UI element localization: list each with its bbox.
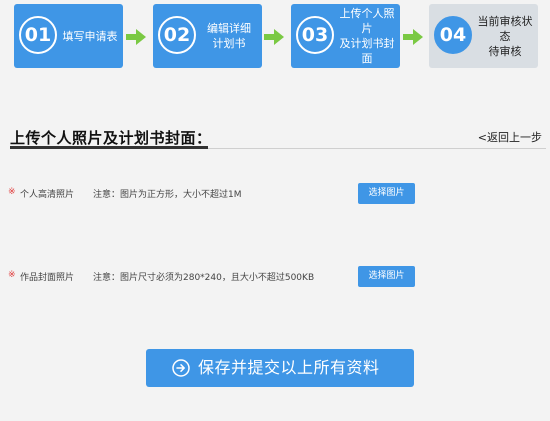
arrow-right-icon (126, 29, 146, 45)
step-label: 填写申请表 (62, 29, 118, 43)
arrow-right-icon (264, 29, 284, 45)
step-2: 02 编辑详细 计划书 (153, 4, 262, 68)
save-submit-button[interactable]: 保存并提交以上所有资料 (146, 349, 414, 387)
choose-image-button[interactable]: 选择图片 (358, 183, 415, 204)
step-number-circle: 01 (19, 16, 57, 54)
save-button-label: 保存并提交以上所有资料 (198, 358, 380, 377)
choose-image-button[interactable]: 选择图片 (358, 266, 415, 287)
step-progress-bar: 01 填写申请表 02 编辑详细 计划书 03 上传个人照片 及计划书封面 04 当… (14, 4, 540, 68)
step-4-current: 04 当前审核状态 待审核 (429, 4, 538, 68)
field-label: 个人高清照片 (20, 190, 75, 200)
required-mark: ※ (8, 270, 16, 280)
step-3: 03 上传个人照片 及计划书封面 (291, 4, 400, 68)
step-number-circle: 04 (434, 16, 472, 54)
title-underline (10, 146, 208, 149)
field-note: 注意：图片尺寸必须为280*240，且大小不超过500KB (93, 273, 315, 283)
arrow-right-icon (403, 29, 423, 45)
step-number-circle: 02 (158, 16, 196, 54)
arrow-circle-icon (172, 359, 190, 377)
step-number-circle: 03 (296, 16, 334, 54)
field-note: 注意：图片为正方形，大小不超过1M (93, 190, 242, 200)
step-label: 上传个人照片 及计划书封面 (339, 7, 395, 65)
step-label: 当前审核状态 待审核 (477, 14, 533, 58)
field-label: 作品封面照片 (20, 273, 75, 283)
step-1: 01 填写申请表 (14, 4, 123, 68)
field-cover-photo: ※ 作品封面照片 注意：图片尺寸必须为280*240，且大小不超过500KB 选… (0, 266, 550, 288)
field-personal-photo: ※ 个人高清照片 注意：图片为正方形，大小不超过1M 选择图片 (0, 183, 550, 205)
step-label: 编辑详细 计划书 (207, 22, 251, 50)
section-title: 上传个人照片及计划书封面： (10, 129, 212, 147)
back-link[interactable]: <返回上一步 (478, 129, 542, 145)
required-mark: ※ (8, 187, 16, 197)
